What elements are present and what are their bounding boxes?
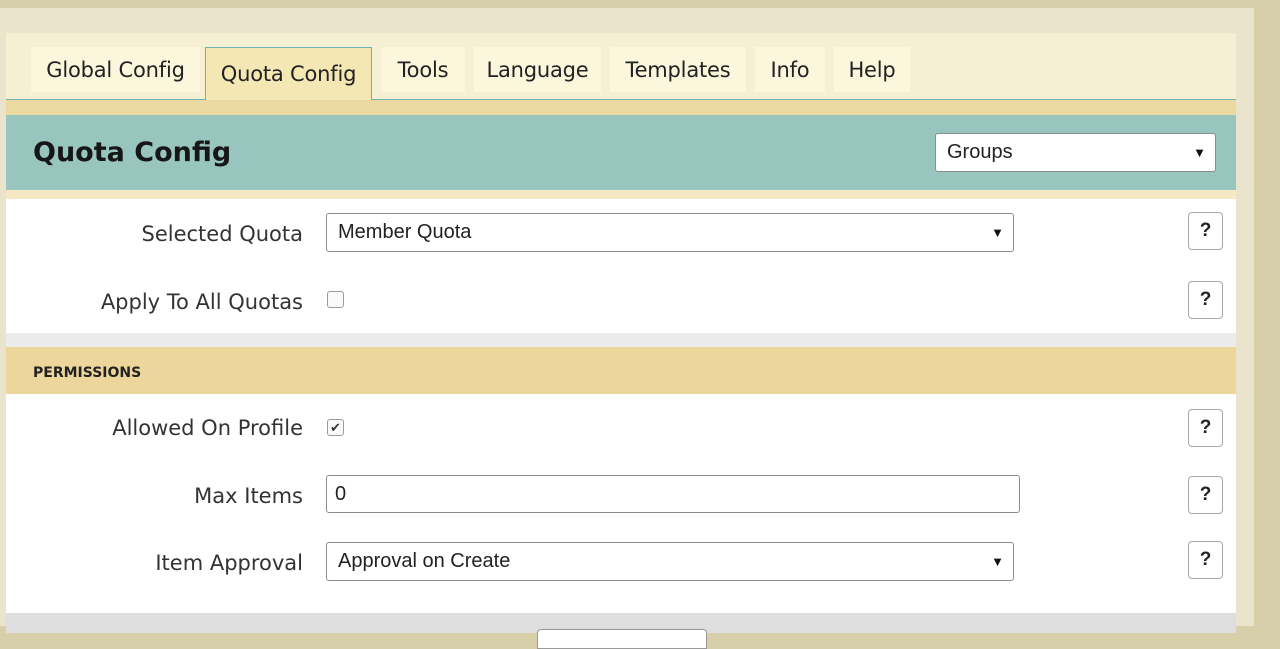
help-button-allowed-on-profile[interactable]: ? (1188, 409, 1223, 447)
header-divider (6, 190, 1236, 199)
tab-info[interactable]: Info (755, 47, 825, 92)
group-select-value: Groups (947, 141, 1013, 163)
tab-global-config[interactable]: Global Config (31, 47, 200, 92)
max-items-input[interactable]: 0 (326, 475, 1020, 513)
app-frame: Global Config Quota Config Tools Languag… (0, 8, 1254, 649)
tab-underline (6, 100, 1236, 115)
item-approval-select[interactable]: Approval on Create ▼ (326, 542, 1014, 581)
dropdown-arrow-icon: ▼ (1193, 144, 1206, 160)
section-header: Quota Config Groups ▼ (6, 115, 1236, 190)
item-approval-value: Approval on Create (338, 550, 511, 572)
help-button-selected-quota[interactable]: ? (1188, 212, 1223, 250)
permissions-title: PERMISSIONS (33, 365, 142, 381)
group-select[interactable]: Groups ▼ (935, 133, 1216, 172)
apply-all-checkbox[interactable] (327, 291, 344, 308)
tab-quota-config[interactable]: Quota Config (205, 47, 372, 100)
config-panel: Global Config Quota Config Tools Languag… (6, 33, 1236, 649)
permissions-header: PERMISSIONS (6, 347, 1236, 394)
page-title: Quota Config (33, 137, 232, 168)
dropdown-arrow-icon: ▼ (991, 224, 1004, 240)
help-button-max-items[interactable]: ? (1188, 476, 1223, 514)
tab-bar: Global Config Quota Config Tools Languag… (6, 33, 1236, 100)
section-gap (6, 333, 1236, 347)
quota-panel: Selected Quota Member Quota ▼ ? Apply To… (6, 199, 1236, 333)
help-button-apply-all[interactable]: ? (1188, 281, 1223, 319)
max-items-label: Max Items (194, 484, 303, 508)
tab-tools[interactable]: Tools (381, 47, 465, 92)
apply-all-label: Apply To All Quotas (100, 290, 303, 314)
item-approval-label: Item Approval (155, 551, 303, 575)
selected-quota-select[interactable]: Member Quota ▼ (326, 213, 1014, 252)
max-items-value: 0 (335, 482, 347, 505)
tab-templates[interactable]: Templates (610, 47, 746, 92)
selected-quota-value: Member Quota (338, 221, 472, 243)
tab-language[interactable]: Language (474, 47, 601, 92)
allowed-on-profile-checkbox[interactable]: ✔ (327, 419, 344, 436)
help-button-item-approval[interactable]: ? (1188, 541, 1223, 579)
permissions-panel: Allowed On Profile ✔ ? Max Items 0 ? Ite… (6, 394, 1236, 613)
footer-bar (6, 613, 1236, 649)
save-button[interactable] (537, 629, 707, 649)
tab-help[interactable]: Help (834, 47, 910, 92)
dropdown-arrow-icon: ▼ (991, 553, 1004, 569)
checkmark-icon: ✔ (330, 420, 341, 435)
allowed-on-profile-label: Allowed On Profile (112, 416, 303, 440)
selected-quota-label: Selected Quota (141, 222, 304, 246)
